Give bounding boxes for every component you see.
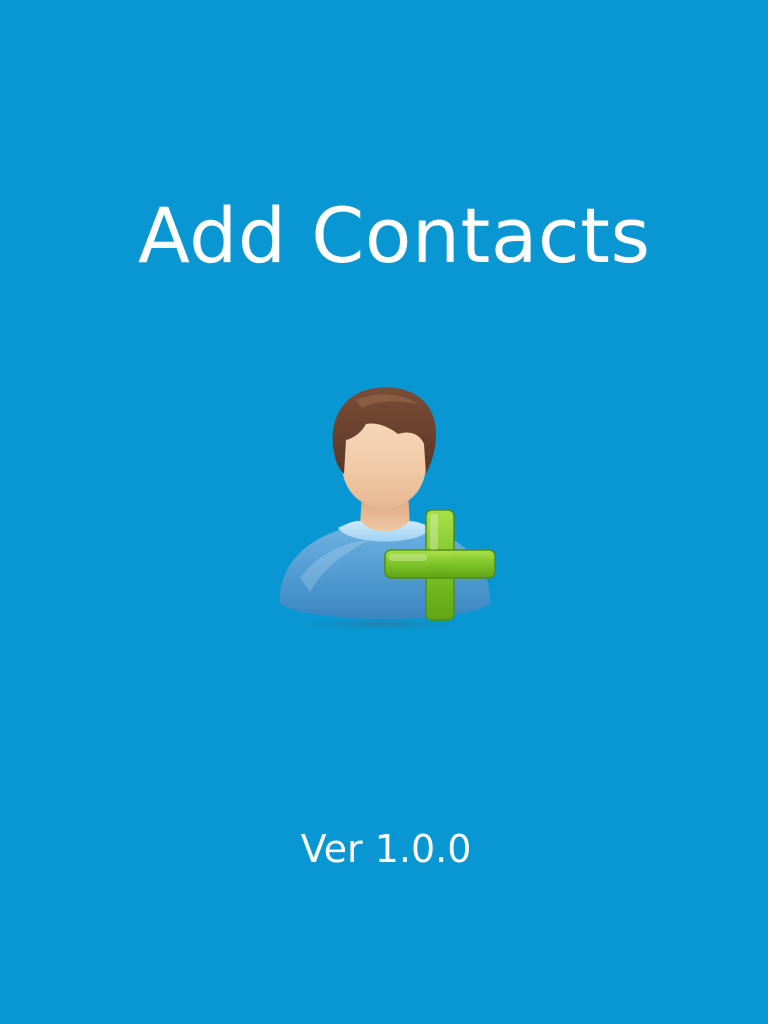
app-title: Add Contacts xyxy=(138,191,651,280)
add-contact-icon xyxy=(270,378,506,640)
version-label: Ver 1.0.0 xyxy=(300,827,472,871)
splash-screen: Add Contacts Ver 1.0.0 xyxy=(0,0,768,1024)
